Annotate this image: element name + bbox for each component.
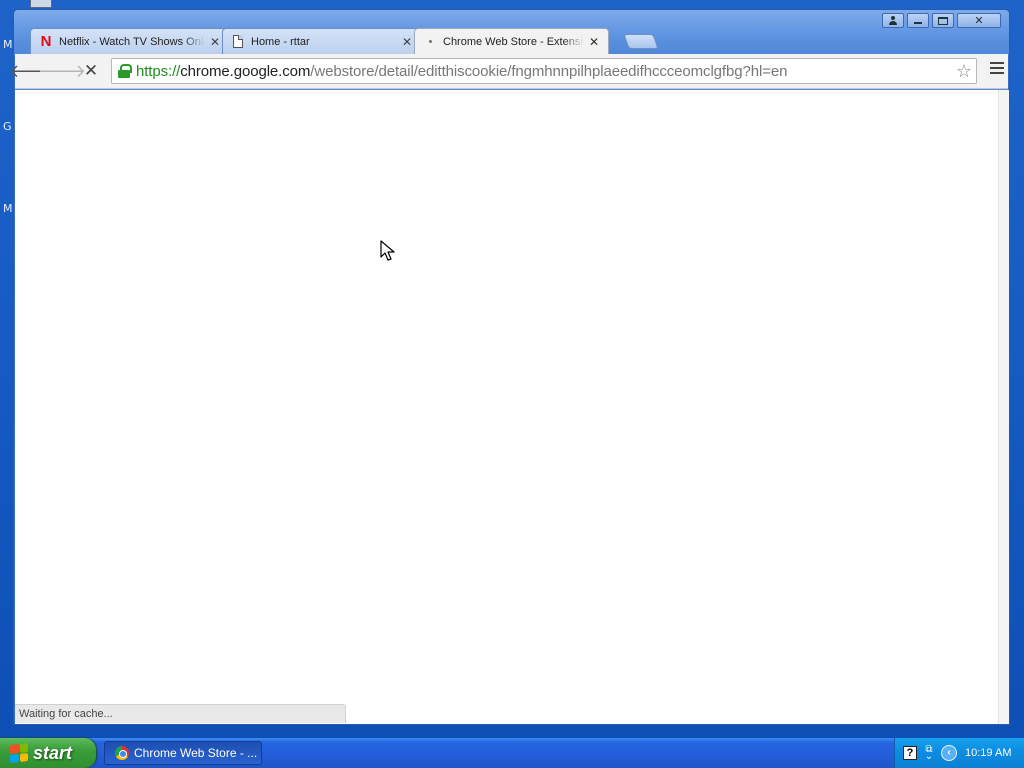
show-hidden-icons-icon[interactable]: ‹	[941, 745, 957, 761]
profile-button[interactable]	[882, 13, 904, 28]
url-text[interactable]: https://chrome.google.com/webstore/detai…	[136, 63, 787, 80]
tab-netflix[interactable]: N Netflix - Watch TV Shows Online ✕	[30, 28, 230, 54]
window-controls: ✕	[882, 13, 1001, 28]
desktop-icon-label: M	[3, 38, 13, 51]
menu-icon-bar	[990, 67, 1004, 69]
help-icon[interactable]: ?	[903, 746, 917, 760]
start-button[interactable]: start	[0, 738, 96, 768]
tab-close-icon[interactable]: ✕	[588, 36, 600, 48]
browser-window: ✕ N Netflix - Watch TV Shows Online ✕ Ho…	[9, 9, 1010, 725]
toolbar: 🡐 🡒 ✕ https://chrome.google.com/webstore…	[9, 54, 1008, 89]
mouse-cursor-icon	[380, 240, 395, 261]
bookmark-star-icon[interactable]: ☆	[956, 61, 972, 82]
tab-strip: N Netflix - Watch TV Shows Online ✕ Home…	[30, 28, 670, 54]
taskbar-item-chrome[interactable]: Chrome Web Store - ...	[104, 741, 262, 765]
tab-close-icon[interactable]: ✕	[401, 36, 413, 48]
tab-title: Chrome Web Store - Extensions	[443, 35, 584, 48]
stop-icon: ✕	[83, 61, 99, 81]
menu-icon	[990, 62, 1004, 64]
url-host: chrome.google.com	[180, 62, 311, 80]
user-icon	[889, 16, 897, 25]
desktop-icon-label: G	[3, 120, 12, 133]
url-scheme: https://	[136, 62, 181, 80]
tab-home-rttar[interactable]: Home - rttar ✕	[222, 28, 422, 54]
system-tray: ? ⧉ ⌄ ‹ 10:19 AM	[894, 738, 1024, 768]
taskbar: start Chrome Web Store - ... ? ⧉ ⌄ ‹ 10:1…	[0, 738, 1024, 768]
stop-button[interactable]: ✕	[78, 59, 104, 83]
forward-button[interactable]: 🡒	[38, 59, 86, 83]
maximize-icon	[938, 16, 948, 25]
url-path: /webstore/detail/editthiscookie/fngmhnnp…	[310, 62, 788, 80]
maximize-button[interactable]	[932, 13, 954, 28]
desktop-icon-label: M	[3, 202, 13, 215]
tab-title: Home - rttar	[251, 35, 310, 48]
clock[interactable]: 10:19 AM	[965, 747, 1011, 759]
windows-logo-icon	[10, 743, 28, 763]
status-bubble: Waiting for cache...	[15, 704, 346, 723]
menu-icon-bar	[990, 72, 1004, 74]
minimize-icon	[914, 22, 922, 24]
minimize-button[interactable]	[907, 13, 929, 28]
page-content[interactable]	[15, 90, 998, 724]
chrome-icon	[115, 746, 129, 760]
network-icon[interactable]: ⧉ ⌄	[923, 745, 935, 762]
start-label: start	[33, 742, 73, 763]
loading-icon	[423, 35, 437, 49]
netflix-icon: N	[40, 33, 52, 50]
desktop-icon[interactable]	[30, 0, 52, 8]
close-icon: ✕	[974, 14, 984, 27]
tab-title: Netflix - Watch TV Shows Online	[59, 35, 205, 48]
tab-chrome-web-store[interactable]: Chrome Web Store - Extensions ✕	[414, 28, 609, 54]
scrollbar[interactable]	[998, 90, 1009, 724]
address-bar[interactable]: https://chrome.google.com/webstore/detai…	[111, 58, 977, 84]
close-window-button[interactable]: ✕	[957, 13, 1001, 28]
taskbar-item-label: Chrome Web Store - ...	[134, 746, 258, 760]
chrome-menu-button[interactable]	[990, 62, 1004, 76]
page-icon	[231, 35, 245, 49]
tab-close-icon[interactable]: ✕	[209, 36, 221, 48]
new-tab-button[interactable]	[623, 34, 659, 49]
lock-icon[interactable]	[118, 64, 132, 78]
